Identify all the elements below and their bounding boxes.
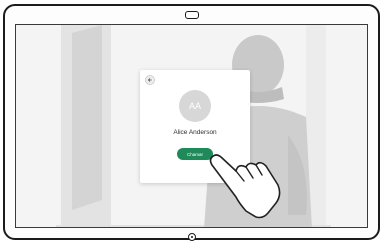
call-button-label: Chamar	[186, 151, 203, 157]
avatar-initials: AA	[188, 101, 201, 111]
camera-icon	[185, 11, 199, 19]
contact-name: Alice Anderson	[173, 129, 217, 136]
arrow-left-icon[interactable]	[145, 75, 155, 85]
home-button-icon[interactable]	[188, 233, 196, 241]
avatar: AA	[179, 90, 211, 122]
tap-hand-icon	[209, 154, 281, 219]
